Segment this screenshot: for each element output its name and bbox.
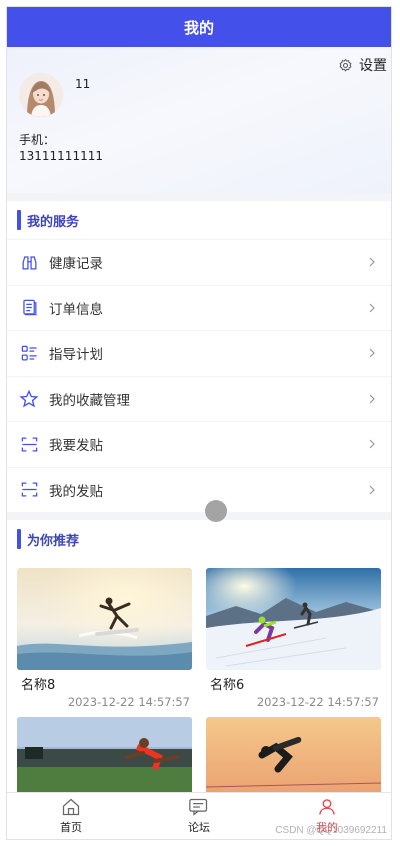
chevron-right-icon xyxy=(369,348,375,358)
chevron-right-icon xyxy=(369,303,375,313)
section-title-services: 我的服务 xyxy=(7,201,391,239)
page-title: 我的 xyxy=(183,18,214,37)
chevron-right-icon xyxy=(369,485,375,495)
card-date: 2023-12-22 14:57:57 xyxy=(67,695,190,709)
recommend-card[interactable]: 名称8 2023-12-22 14:57:57 xyxy=(17,568,192,709)
menu-item-guidance-plan[interactable]: 指导计划 xyxy=(7,330,391,376)
recommend-grid: 名称8 2023-12-22 14:57:57 名称6 2023-12-22 1… xyxy=(7,558,391,825)
tab-forum[interactable]: 论坛 xyxy=(135,793,263,839)
menu-item-label: 我要发贴 xyxy=(49,438,103,455)
floating-drag-handle[interactable] xyxy=(205,500,227,522)
profile-card: 设置 11 手机： 13111111111 xyxy=(7,47,391,193)
menu-item-favorites[interactable]: 我的收藏管理 xyxy=(7,375,391,422)
chat-icon xyxy=(189,798,208,816)
menu-item-label: 我的收藏管理 xyxy=(49,392,130,409)
card-name: 名称6 xyxy=(210,678,245,693)
avatar[interactable] xyxy=(19,73,63,117)
menu-item-label: 订单信息 xyxy=(49,301,103,318)
top-navigation-bar: 我的 xyxy=(7,7,391,47)
phone-label: 手机： xyxy=(19,133,56,147)
list-icon xyxy=(19,343,39,363)
phone-value: 13111111111 xyxy=(19,149,103,163)
card-date: 2023-12-22 14:57:57 xyxy=(256,695,379,709)
tab-label: 论坛 xyxy=(188,821,210,834)
section-title-accent-bar xyxy=(17,529,21,549)
chevron-right-icon xyxy=(369,257,375,267)
tab-home[interactable]: 首页 xyxy=(7,793,135,839)
document-icon xyxy=(19,298,39,318)
menu-item-label: 我的发贴 xyxy=(49,483,103,500)
menu-item-create-post[interactable]: 我要发贴 xyxy=(7,421,391,467)
settings-label: 设置 xyxy=(359,58,387,74)
user-icon xyxy=(319,799,335,815)
menu-item-label: 健康记录 xyxy=(49,256,103,273)
settings-button[interactable]: 设置 xyxy=(338,55,387,75)
home-icon xyxy=(62,798,80,816)
tab-label: 首页 xyxy=(60,821,82,834)
card-image-surfing xyxy=(17,568,192,670)
section-title-accent-bar xyxy=(17,210,21,230)
my-services-section: 我的服务 健康记录 订单信息 指导计划 我的收藏管理 我要发贴 我的发贴 xyxy=(7,201,391,512)
recommend-card[interactable]: 名称6 2023-12-22 14:57:57 xyxy=(206,568,381,709)
gear-icon xyxy=(339,58,352,72)
star-icon xyxy=(19,389,39,409)
binoculars-icon xyxy=(19,252,39,272)
scan-icon xyxy=(19,434,39,454)
menu-item-health-record[interactable]: 健康记录 xyxy=(7,239,391,285)
menu-item-order-info[interactable]: 订单信息 xyxy=(7,284,391,331)
menu-item-label: 指导计划 xyxy=(49,347,103,364)
app-frame: 我的 设置 11 手机： 13111111111 我的服务 健康记录 订单信息 … xyxy=(6,6,392,840)
card-image-skiing xyxy=(206,568,381,670)
chevron-right-icon xyxy=(369,394,375,404)
card-name: 名称8 xyxy=(21,678,56,693)
section-title-text: 为你推荐 xyxy=(27,533,80,549)
chevron-right-icon xyxy=(369,439,375,449)
scan-icon xyxy=(19,480,39,500)
section-title-text: 我的服务 xyxy=(27,214,80,230)
username: 11 xyxy=(75,77,91,91)
section-title-recommend: 为你推荐 xyxy=(7,520,391,558)
csdn-watermark: CSDN @QQ1039692211 xyxy=(275,825,387,836)
menu-item-my-posts[interactable]: 我的发贴 xyxy=(7,466,391,513)
